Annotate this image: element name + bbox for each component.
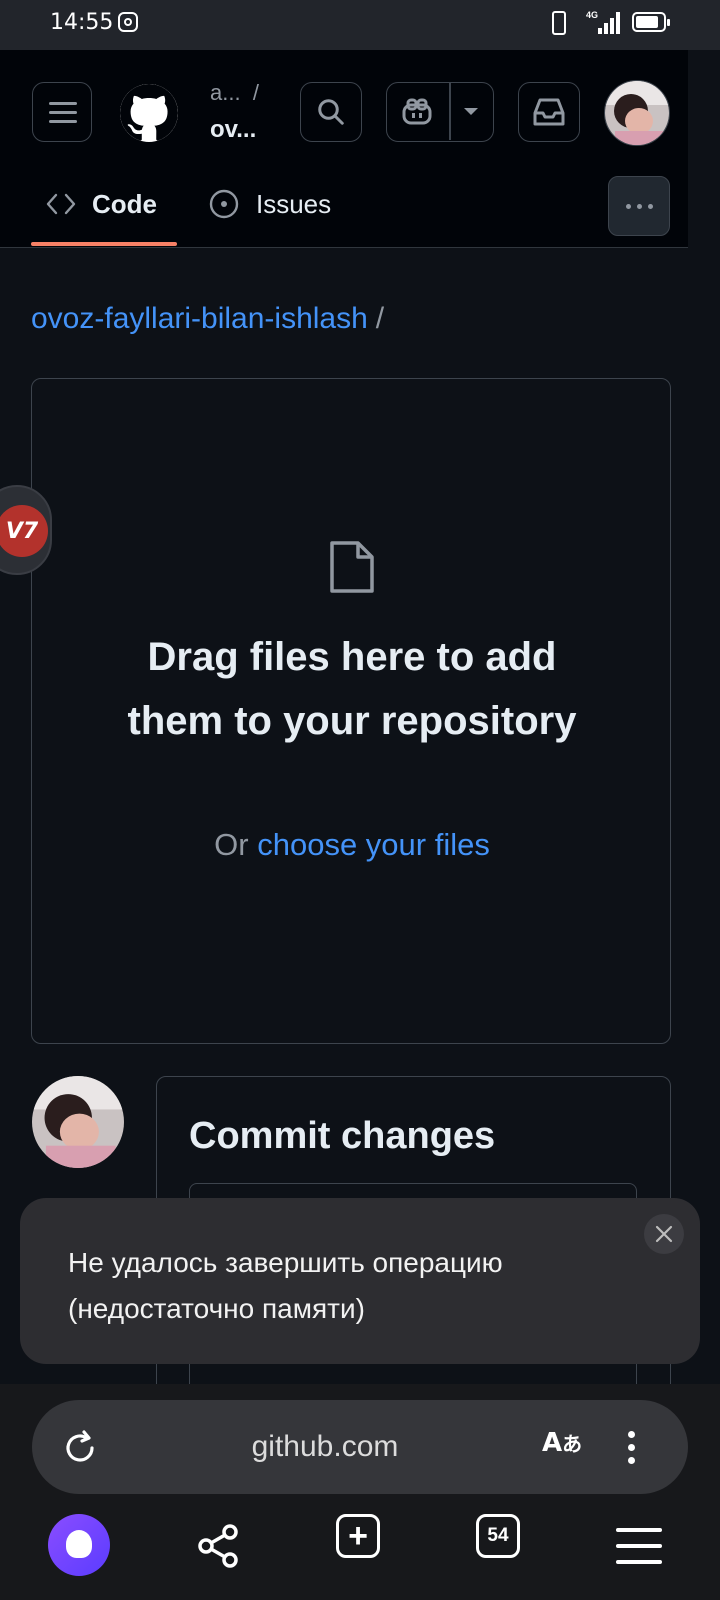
tab-code-label: Code xyxy=(92,188,157,219)
breadcrumb-owner[interactable]: a... / xyxy=(210,80,259,106)
file-path-breadcrumb: ovoz-fayllari-bilan-ishlash / xyxy=(31,302,384,336)
more-options-button[interactable] xyxy=(608,176,670,236)
chevron-down-icon[interactable] xyxy=(463,107,479,117)
search-icon xyxy=(318,99,344,125)
selected-tab-indicator xyxy=(31,242,177,246)
commit-author-avatar xyxy=(32,1076,124,1168)
vibrate-icon xyxy=(552,11,566,35)
tab-issues-label: Issues xyxy=(256,188,332,219)
error-toast: Не удалось завершить операцию (недостато… xyxy=(20,1198,700,1364)
or-text: Or xyxy=(214,827,249,862)
url-text[interactable]: github.com xyxy=(32,1430,618,1464)
file-icon xyxy=(330,541,374,593)
issue-opened-icon xyxy=(209,189,239,219)
status-bar: 14:55 4G xyxy=(0,0,720,50)
address-bar[interactable]: github.com Aあ xyxy=(32,1400,688,1494)
tab-issues[interactable]: Issues xyxy=(208,176,331,232)
dropzone-title: Drag files here to add them to your repo… xyxy=(127,635,577,743)
search-button[interactable] xyxy=(300,82,362,142)
signal-icon xyxy=(596,10,622,34)
instagram-icon xyxy=(118,12,138,32)
close-icon xyxy=(655,1225,673,1243)
copilot-button[interactable] xyxy=(386,82,494,142)
tab-code[interactable]: Code xyxy=(46,176,157,232)
dropzone-subtitle: Or choose your files xyxy=(32,827,672,863)
status-time: 14:55 xyxy=(50,10,114,35)
breadcrumb-repo[interactable]: ov... xyxy=(210,116,256,144)
floating-app-bubble[interactable]: V7 xyxy=(0,485,52,575)
screen: 14:55 4G a... / ov... Code Issues ovoz-f… xyxy=(0,0,720,1600)
new-tab-button[interactable]: + xyxy=(336,1514,380,1558)
browser-menu-icon[interactable] xyxy=(626,1428,636,1468)
choose-files-link[interactable]: choose your files xyxy=(257,827,490,862)
user-avatar[interactable] xyxy=(604,80,670,146)
share-icon[interactable] xyxy=(194,1514,242,1578)
alice-assistant-icon[interactable] xyxy=(48,1514,110,1576)
toast-message: Не удалось завершить операцию (недостато… xyxy=(68,1247,503,1324)
toast-close-button[interactable] xyxy=(644,1214,684,1254)
menu-button[interactable] xyxy=(32,82,92,142)
inbox-button[interactable] xyxy=(518,82,580,142)
commit-title: Commit changes xyxy=(189,1115,496,1157)
floating-bubble-logo: V7 xyxy=(0,505,48,557)
hamburger-menu-icon[interactable] xyxy=(616,1514,664,1578)
browser-bottom-bar: github.com Aあ + 54 xyxy=(0,1384,720,1600)
translate-icon[interactable]: Aあ xyxy=(542,1428,582,1458)
repo-link[interactable]: ovoz-fayllari-bilan-ishlash xyxy=(31,302,368,335)
tabs-count-button[interactable]: 54 xyxy=(476,1514,520,1558)
battery-icon xyxy=(632,12,670,32)
file-dropzone[interactable]: Drag files here to add them to your repo… xyxy=(31,378,671,1044)
inbox-icon xyxy=(533,98,565,126)
github-header: a... / ov... Code Issues xyxy=(0,50,688,248)
copilot-icon xyxy=(402,98,432,125)
code-icon xyxy=(46,193,76,215)
github-logo-icon[interactable] xyxy=(120,84,178,142)
path-separator: / xyxy=(375,302,385,335)
